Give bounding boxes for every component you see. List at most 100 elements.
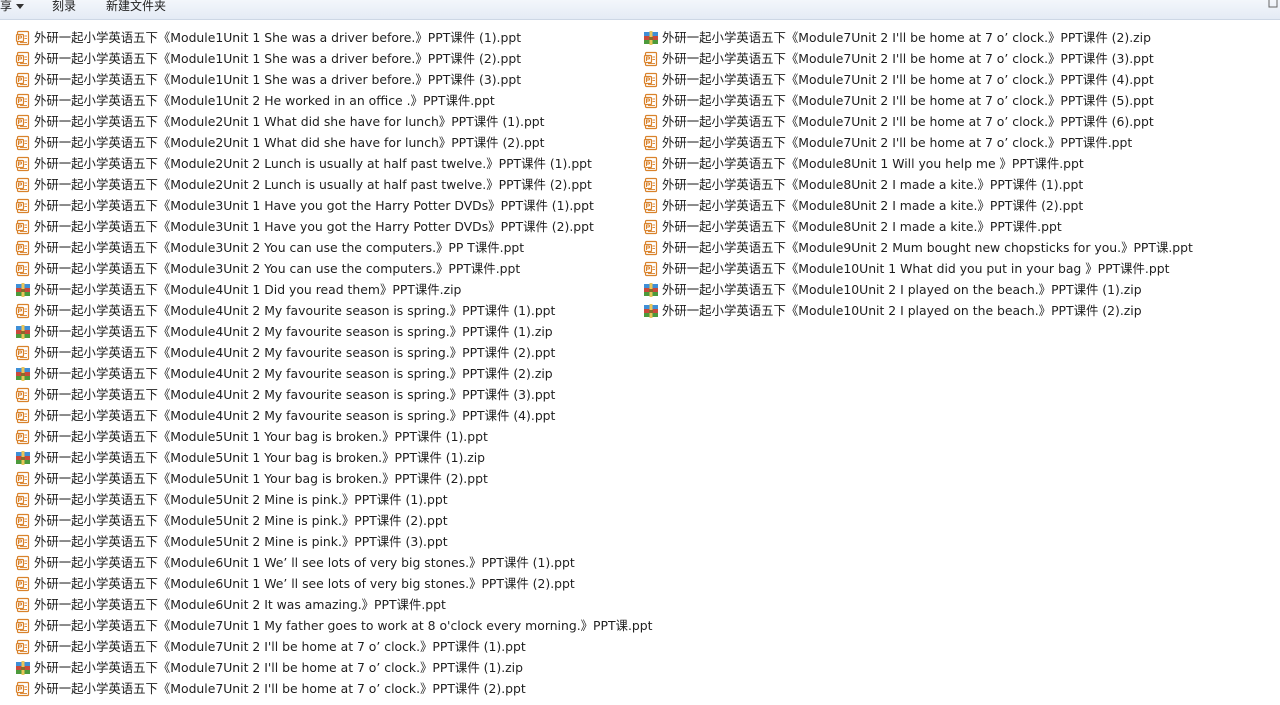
ppt-file-icon [643,135,662,151]
file-name: 外研一起小学英语五下《Module7Unit 2 I'll be home at… [662,114,1154,129]
file-item[interactable]: 外研一起小学英语五下《Module4Unit 1 Did you read th… [15,279,652,300]
file-item[interactable]: 外研一起小学英语五下《Module7Unit 2 I'll be home at… [643,90,1193,111]
file-item[interactable]: 外研一起小学英语五下《Module4Unit 2 My favourite se… [15,363,652,384]
file-name: 外研一起小学英语五下《Module3Unit 1 Have you got th… [34,219,594,234]
file-item[interactable]: 外研一起小学英语五下《Module4Unit 2 My favourite se… [15,405,652,426]
ppt-file-icon [15,72,34,88]
file-item[interactable]: 外研一起小学英语五下《Module2Unit 1 What did she ha… [15,111,652,132]
file-name: 外研一起小学英语五下《Module4Unit 2 My favourite se… [34,387,556,402]
ppt-file-icon [15,681,34,697]
file-item[interactable]: 外研一起小学英语五下《Module7Unit 2 I'll be home at… [15,678,652,699]
file-name: 外研一起小学英语五下《Module7Unit 2 I'll be home at… [662,135,1133,150]
file-name: 外研一起小学英语五下《Module3Unit 2 You can use the… [34,261,521,276]
file-name: 外研一起小学英语五下《Module7Unit 2 I'll be home at… [34,639,526,654]
file-item[interactable]: 外研一起小学英语五下《Module1Unit 2 He worked in an… [15,90,652,111]
file-item[interactable]: 外研一起小学英语五下《Module7Unit 2 I'll be home at… [643,48,1193,69]
file-item[interactable]: 外研一起小学英语五下《Module3Unit 1 Have you got th… [15,216,652,237]
ppt-file-icon [643,51,662,67]
file-item[interactable]: 外研一起小学英语五下《Module10Unit 2 I played on th… [643,279,1193,300]
file-name: 外研一起小学英语五下《Module5Unit 2 Mine is pink.》P… [34,492,448,507]
file-name: 外研一起小学英语五下《Module7Unit 2 I'll be home at… [34,681,526,696]
ppt-file-icon [643,177,662,193]
file-item[interactable]: 外研一起小学英语五下《Module7Unit 2 I'll be home at… [15,636,652,657]
ppt-file-icon [15,618,34,634]
ppt-file-icon [643,198,662,214]
file-item[interactable]: 外研一起小学英语五下《Module8Unit 2 I made a kite.》… [643,174,1193,195]
file-name: 外研一起小学英语五下《Module1Unit 1 She was a drive… [34,51,522,66]
file-name: 外研一起小学英语五下《Module8Unit 2 I made a kite.》… [662,219,1062,234]
file-name: 外研一起小学英语五下《Module6Unit 1 We’ ll see lots… [34,576,575,591]
file-item[interactable]: 外研一起小学英语五下《Module7Unit 2 I'll be home at… [643,132,1193,153]
file-item[interactable]: 外研一起小学英语五下《Module1Unit 1 She was a drive… [15,69,652,90]
new-folder-button[interactable]: 新建文件夹 [106,0,166,15]
file-item[interactable]: 外研一起小学英语五下《Module4Unit 2 My favourite se… [15,342,652,363]
file-item[interactable]: 外研一起小学英语五下《Module5Unit 1 Your bag is bro… [15,426,652,447]
ppt-file-icon [15,177,34,193]
ppt-file-icon [15,30,34,46]
file-item[interactable]: 外研一起小学英语五下《Module1Unit 1 She was a drive… [15,27,652,48]
file-item[interactable]: 外研一起小学英语五下《Module4Unit 2 My favourite se… [15,321,652,342]
file-item[interactable]: 外研一起小学英语五下《Module1Unit 1 She was a drive… [15,48,652,69]
ppt-file-icon [15,51,34,67]
file-name: 外研一起小学英语五下《Module2Unit 2 Lunch is usuall… [34,156,592,171]
file-list-column-right: 外研一起小学英语五下《Module7Unit 2 I'll be home at… [643,27,1193,321]
ppt-file-icon [15,261,34,277]
file-item[interactable]: 外研一起小学英语五下《Module10Unit 2 I played on th… [643,300,1193,321]
file-item[interactable]: 外研一起小学英语五下《Module2Unit 1 What did she ha… [15,132,652,153]
file-item[interactable]: 外研一起小学英语五下《Module6Unit 1 We’ ll see lots… [15,573,652,594]
ppt-file-icon [15,387,34,403]
file-name: 外研一起小学英语五下《Module1Unit 1 She was a drive… [34,72,522,87]
file-name: 外研一起小学英语五下《Module7Unit 2 I'll be home at… [34,660,523,675]
file-item[interactable]: 外研一起小学英语五下《Module8Unit 2 I made a kite.》… [643,195,1193,216]
file-item[interactable]: 外研一起小学英语五下《Module5Unit 2 Mine is pink.》P… [15,531,652,552]
file-name: 外研一起小学英语五下《Module5Unit 2 Mine is pink.》P… [34,534,448,549]
file-item[interactable]: 外研一起小学英语五下《Module6Unit 2 It was amazing.… [15,594,652,615]
file-item[interactable]: 外研一起小学英语五下《Module4Unit 2 My favourite se… [15,300,652,321]
chevron-down-icon [16,4,25,9]
file-item[interactable]: 外研一起小学英语五下《Module7Unit 2 I'll be home at… [15,657,652,678]
burn-button[interactable]: 刻录 [52,0,76,15]
zip-archive-icon [15,282,34,298]
ppt-file-icon [643,261,662,277]
file-name: 外研一起小学英语五下《Module7Unit 2 I'll be home at… [662,93,1154,108]
file-name: 外研一起小学英语五下《Module9Unit 2 Mum bought new … [662,240,1193,255]
file-item[interactable]: 外研一起小学英语五下《Module3Unit 2 You can use the… [15,258,652,279]
file-item[interactable]: 外研一起小学英语五下《Module8Unit 2 I made a kite.》… [643,216,1193,237]
file-item[interactable]: 外研一起小学英语五下《Module9Unit 2 Mum bought new … [643,237,1193,258]
file-name: 外研一起小学英语五下《Module7Unit 2 I'll be home at… [662,72,1154,87]
file-item[interactable]: 外研一起小学英语五下《Module3Unit 2 You can use the… [15,237,652,258]
file-name: 外研一起小学英语五下《Module10Unit 1 What did you p… [662,261,1170,276]
ppt-file-icon [15,639,34,655]
file-item[interactable]: 外研一起小学英语五下《Module2Unit 2 Lunch is usuall… [15,174,652,195]
command-toolbar: 享 刻录 新建文件夹 [0,0,1280,20]
file-item[interactable]: 外研一起小学英语五下《Module5Unit 1 Your bag is bro… [15,447,652,468]
ppt-file-icon [643,93,662,109]
file-item[interactable]: 外研一起小学英语五下《Module7Unit 2 I'll be home at… [643,27,1193,48]
file-item[interactable]: 外研一起小学英语五下《Module6Unit 1 We’ ll see lots… [15,552,652,573]
file-item[interactable]: 外研一起小学英语五下《Module8Unit 1 Will you help m… [643,153,1193,174]
file-item[interactable]: 外研一起小学英语五下《Module7Unit 1 My father goes … [15,615,652,636]
file-item[interactable]: 外研一起小学英语五下《Module3Unit 1 Have you got th… [15,195,652,216]
file-name: 外研一起小学英语五下《Module10Unit 2 I played on th… [662,282,1142,297]
file-item[interactable]: 外研一起小学英语五下《Module5Unit 2 Mine is pink.》P… [15,489,652,510]
file-name: 外研一起小学英语五下《Module4Unit 2 My favourite se… [34,345,556,360]
file-item[interactable]: 外研一起小学英语五下《Module5Unit 2 Mine is pink.》P… [15,510,652,531]
file-item[interactable]: 外研一起小学英语五下《Module2Unit 2 Lunch is usuall… [15,153,652,174]
file-item[interactable]: 外研一起小学英语五下《Module7Unit 2 I'll be home at… [643,111,1193,132]
zip-archive-icon [643,30,662,46]
file-name: 外研一起小学英语五下《Module4Unit 1 Did you read th… [34,282,462,297]
help-icon[interactable] [1268,0,1278,9]
ppt-file-icon [643,219,662,235]
file-item[interactable]: 外研一起小学英语五下《Module5Unit 1 Your bag is bro… [15,468,652,489]
file-name: 外研一起小学英语五下《Module3Unit 2 You can use the… [34,240,525,255]
file-item[interactable]: 外研一起小学英语五下《Module7Unit 2 I'll be home at… [643,69,1193,90]
file-name: 外研一起小学英语五下《Module2Unit 1 What did she ha… [34,135,545,150]
ppt-file-icon [15,240,34,256]
zip-archive-icon [15,660,34,676]
ppt-file-icon [15,135,34,151]
file-name: 外研一起小学英语五下《Module7Unit 2 I'll be home at… [662,51,1154,66]
file-name: 外研一起小学英语五下《Module4Unit 2 My favourite se… [34,324,553,339]
share-menu-button[interactable]: 享 [0,0,25,15]
file-item[interactable]: 外研一起小学英语五下《Module4Unit 2 My favourite se… [15,384,652,405]
file-item[interactable]: 外研一起小学英语五下《Module10Unit 1 What did you p… [643,258,1193,279]
